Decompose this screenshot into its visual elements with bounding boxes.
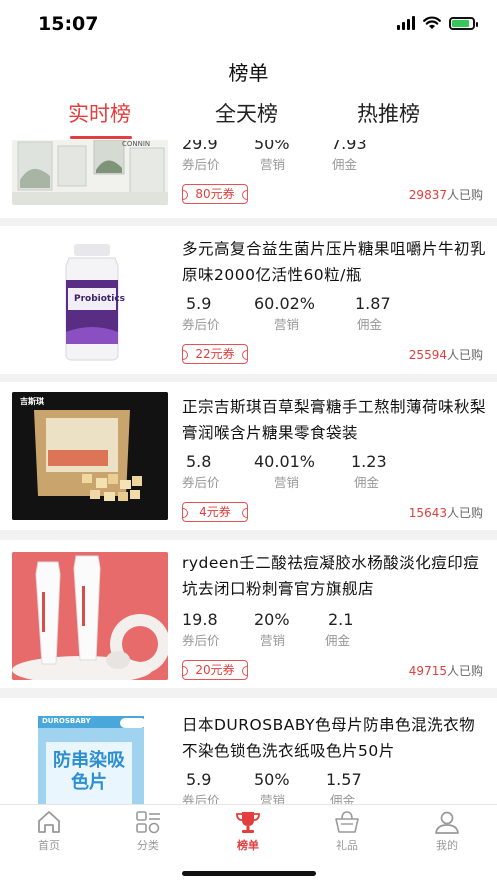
- home-icon: [38, 811, 60, 833]
- sales-label: 营销: [274, 475, 300, 490]
- signal-icon: [397, 16, 415, 30]
- sold-count: 49715人已购: [408, 664, 483, 678]
- sales-label: 营销: [260, 157, 286, 172]
- profile-icon: [435, 811, 459, 834]
- product-image-brand: 吉斯琪: [20, 397, 44, 406]
- page-title: 榜单: [228, 61, 269, 85]
- product-list[interactable]: CONNIN 29.9 券后价 50% 营销 7.93 佣金 80元券 2983…: [0, 140, 497, 804]
- commission-value: 1.57: [326, 770, 362, 789]
- price-label: 券后价: [182, 157, 220, 172]
- sales-value: 60.02%: [254, 294, 316, 313]
- product-title[interactable]: 日本DUROSBABY色母片防串色混洗衣物不染色锁色洗衣纸吸色片50片: [182, 712, 486, 764]
- home-indicator: [182, 871, 316, 876]
- commission-label: 佣金: [332, 157, 358, 172]
- coupon-badge[interactable]: 20元券: [182, 660, 248, 680]
- acne-gel-tubes-image: [12, 552, 168, 680]
- product-card[interactable]: Probiotics 多元高复合益生菌片压片糖果咀嚼片牛初乳原味2000亿活性6…: [0, 226, 497, 374]
- price-value: 29.9: [182, 140, 218, 153]
- product-card[interactable]: rydeen壬二酸祛痘凝胶水杨酸淡化痘印痘坑去闭口粉刺膏官方旗舰店 19.8 券…: [0, 540, 497, 688]
- ranking-tabs: 实时榜 全天榜 热推榜: [0, 96, 497, 140]
- status-time: 15:07: [38, 13, 99, 35]
- commission-label: 佣金: [354, 475, 380, 490]
- tab-hot-push[interactable]: 热推榜: [357, 98, 420, 128]
- sales-value: 50%: [254, 770, 290, 789]
- tabbar-label: 首页: [38, 839, 60, 852]
- tabbar-label: 礼品: [336, 839, 358, 852]
- coupon-badge[interactable]: 22元券: [182, 344, 248, 364]
- tabbar-home[interactable]: 首页: [19, 809, 79, 853]
- price-label: 券后价: [182, 317, 220, 332]
- sales-value: 50%: [254, 140, 290, 153]
- sold-count: 29837人已购: [408, 188, 483, 202]
- sales-value: 20%: [254, 610, 290, 629]
- product-title[interactable]: 多元高复合益生菌片压片糖果咀嚼片牛初乳原味2000亿活性60粒/瓶: [182, 236, 486, 288]
- tab-active-indicator: [70, 136, 132, 139]
- tabbar-ranking[interactable]: 榜单: [218, 809, 278, 853]
- product-image[interactable]: CONNIN: [12, 140, 168, 205]
- commission-value: 2.1: [328, 610, 354, 629]
- coupon-badge[interactable]: 80元券: [182, 184, 248, 204]
- product-title[interactable]: rydeen壬二酸祛痘凝胶水杨酸淡化痘印痘坑去闭口粉刺膏官方旗舰店: [182, 550, 486, 602]
- commission-label: 佣金: [325, 633, 351, 648]
- product-image-label: 防串染吸色片: [53, 750, 125, 793]
- commission-value: 1.87: [355, 294, 391, 313]
- price-value: 5.9: [186, 294, 212, 313]
- battery-icon: [449, 16, 478, 30]
- status-bar: 15:07: [0, 0, 497, 48]
- sales-label: 营销: [274, 317, 300, 332]
- candy-bag-image: [12, 392, 168, 520]
- wifi-icon: [423, 16, 441, 29]
- product-image[interactable]: Probiotics: [12, 236, 168, 364]
- sold-count: 15643人已购: [408, 506, 483, 520]
- price-label: 券后价: [182, 633, 220, 648]
- price-label: 券后价: [182, 793, 220, 804]
- header: 榜单 实时榜 全天榜 热推榜: [0, 48, 497, 140]
- product-card[interactable]: DUROSBABY 防串染吸色片 日本DUROSBABY色母片防串色混洗衣物不染…: [0, 698, 497, 804]
- price-value: 19.8: [182, 610, 218, 629]
- tab-all-day[interactable]: 全天榜: [215, 98, 278, 128]
- product-image-brand: CONNIN: [122, 140, 151, 148]
- tabbar-gifts[interactable]: 礼品: [317, 809, 377, 853]
- product-card[interactable]: 吉斯琪 正宗吉斯琪百草梨膏糖手工熬制薄荷味秋梨膏润喉含片糖果零食袋装 5.8 券…: [0, 382, 497, 530]
- sales-value: 40.01%: [254, 452, 316, 471]
- commission-value: 7.93: [331, 140, 367, 153]
- product-card[interactable]: CONNIN 29.9 券后价 50% 营销 7.93 佣金 80元券 2983…: [0, 140, 497, 218]
- price-label: 券后价: [182, 475, 220, 490]
- sales-label: 营销: [260, 793, 286, 804]
- trophy-icon: [236, 812, 260, 833]
- tabbar-category[interactable]: 分类: [118, 809, 178, 853]
- tabbar-profile[interactable]: 我的: [417, 809, 477, 853]
- sales-label: 营销: [260, 633, 286, 648]
- commission-label: 佣金: [330, 793, 356, 804]
- product-title[interactable]: 正宗吉斯琪百草梨膏糖手工熬制薄荷味秋梨膏润喉含片糖果零食袋装: [182, 394, 486, 446]
- tabbar-label: 榜单: [237, 839, 259, 852]
- product-image-label: Probiotics: [74, 294, 126, 304]
- product-image-brand: DUROSBABY: [42, 717, 91, 725]
- commission-value: 1.23: [351, 452, 387, 471]
- commission-label: 佣金: [357, 317, 383, 332]
- tab-realtime[interactable]: 实时榜: [68, 98, 131, 128]
- product-image[interactable]: DUROSBABY 防串染吸色片: [12, 716, 168, 804]
- product-image[interactable]: 吉斯琪: [12, 392, 168, 520]
- coupon-badge[interactable]: 4元券: [182, 502, 248, 522]
- tabbar-label: 我的: [436, 839, 458, 852]
- status-icons: [397, 16, 478, 30]
- gift-basket-icon: [335, 811, 359, 833]
- product-image[interactable]: [12, 552, 168, 680]
- category-icon: [136, 811, 160, 834]
- price-value: 5.8: [186, 452, 212, 471]
- decor-frames-image: [12, 140, 168, 205]
- price-value: 5.9: [186, 770, 212, 789]
- sold-count: 25594人已购: [408, 348, 483, 362]
- tabbar-label: 分类: [137, 839, 159, 852]
